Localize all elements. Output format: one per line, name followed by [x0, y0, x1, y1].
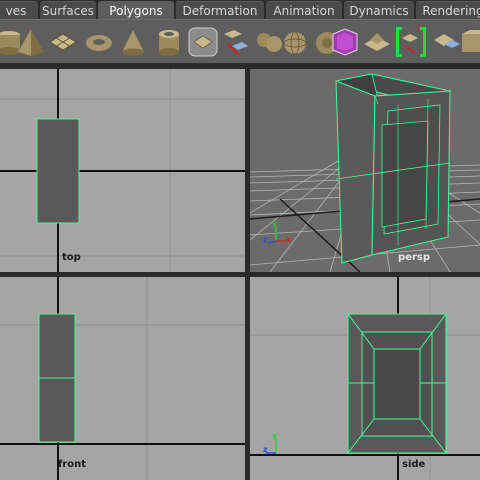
side-mesh[interactable] — [347, 313, 447, 454]
tab-polygons[interactable]: Polygons — [98, 1, 174, 19]
top-viewport-label: top — [62, 252, 81, 263]
poly-torus-icon[interactable] — [82, 24, 116, 60]
persp-axis-gizmo — [267, 227, 286, 244]
poly-sphere-icon[interactable] — [278, 24, 312, 60]
side-z-label: z — [263, 445, 268, 454]
poly-helix-icon[interactable] — [186, 24, 220, 60]
persp-viewport-label: persp — [398, 252, 430, 263]
side-viewport[interactable]: z y side — [250, 277, 480, 480]
tab-deformation[interactable]: Deformation — [176, 1, 264, 19]
poly-pipe-icon[interactable] — [152, 24, 186, 60]
tab-animation[interactable]: Animation — [266, 1, 342, 19]
tab-curves[interactable]: ves — [0, 1, 38, 19]
tab-surfaces[interactable]: Surfaces — [40, 1, 96, 19]
front-viewport[interactable]: front — [0, 277, 245, 480]
side-view-canvas — [250, 277, 480, 480]
poly-cone-icon[interactable] — [116, 24, 150, 60]
front-view-canvas — [0, 277, 245, 480]
persp-viewport[interactable]: z x y persp — [250, 69, 480, 272]
mirror-icon[interactable] — [394, 24, 428, 60]
persp-x-label: x — [286, 235, 292, 244]
top-mesh[interactable] — [36, 118, 80, 224]
persp-y-label: y — [272, 219, 278, 228]
persp-mesh[interactable] — [335, 73, 452, 264]
extrude-icon[interactable] — [360, 24, 394, 60]
tab-dynamics[interactable]: Dynamics — [344, 1, 414, 19]
bevel-icon[interactable] — [328, 24, 362, 60]
poly-pyramid-icon[interactable] — [14, 24, 48, 60]
front-mesh[interactable] — [38, 313, 76, 443]
shelf-tabs: ves Surfaces Polygons Deformation Animat… — [0, 0, 480, 19]
tab-rendering[interactable]: Rendering — [416, 1, 480, 19]
side-y-label: y — [272, 431, 278, 440]
persp-view-canvas — [250, 73, 480, 272]
persp-z-label: z — [263, 235, 268, 244]
top-view-canvas — [0, 69, 245, 272]
top-viewport[interactable]: top — [0, 69, 245, 272]
polygons-shelf — [0, 19, 480, 64]
poly-plane-icon[interactable] — [46, 24, 80, 60]
side-viewport-label: side — [402, 459, 426, 470]
wedge-icon[interactable] — [458, 24, 480, 60]
poly-transfer-icon[interactable] — [218, 24, 252, 60]
viewport-panels: top z x y persp front z y side — [0, 64, 480, 480]
front-viewport-label: front — [58, 459, 87, 470]
